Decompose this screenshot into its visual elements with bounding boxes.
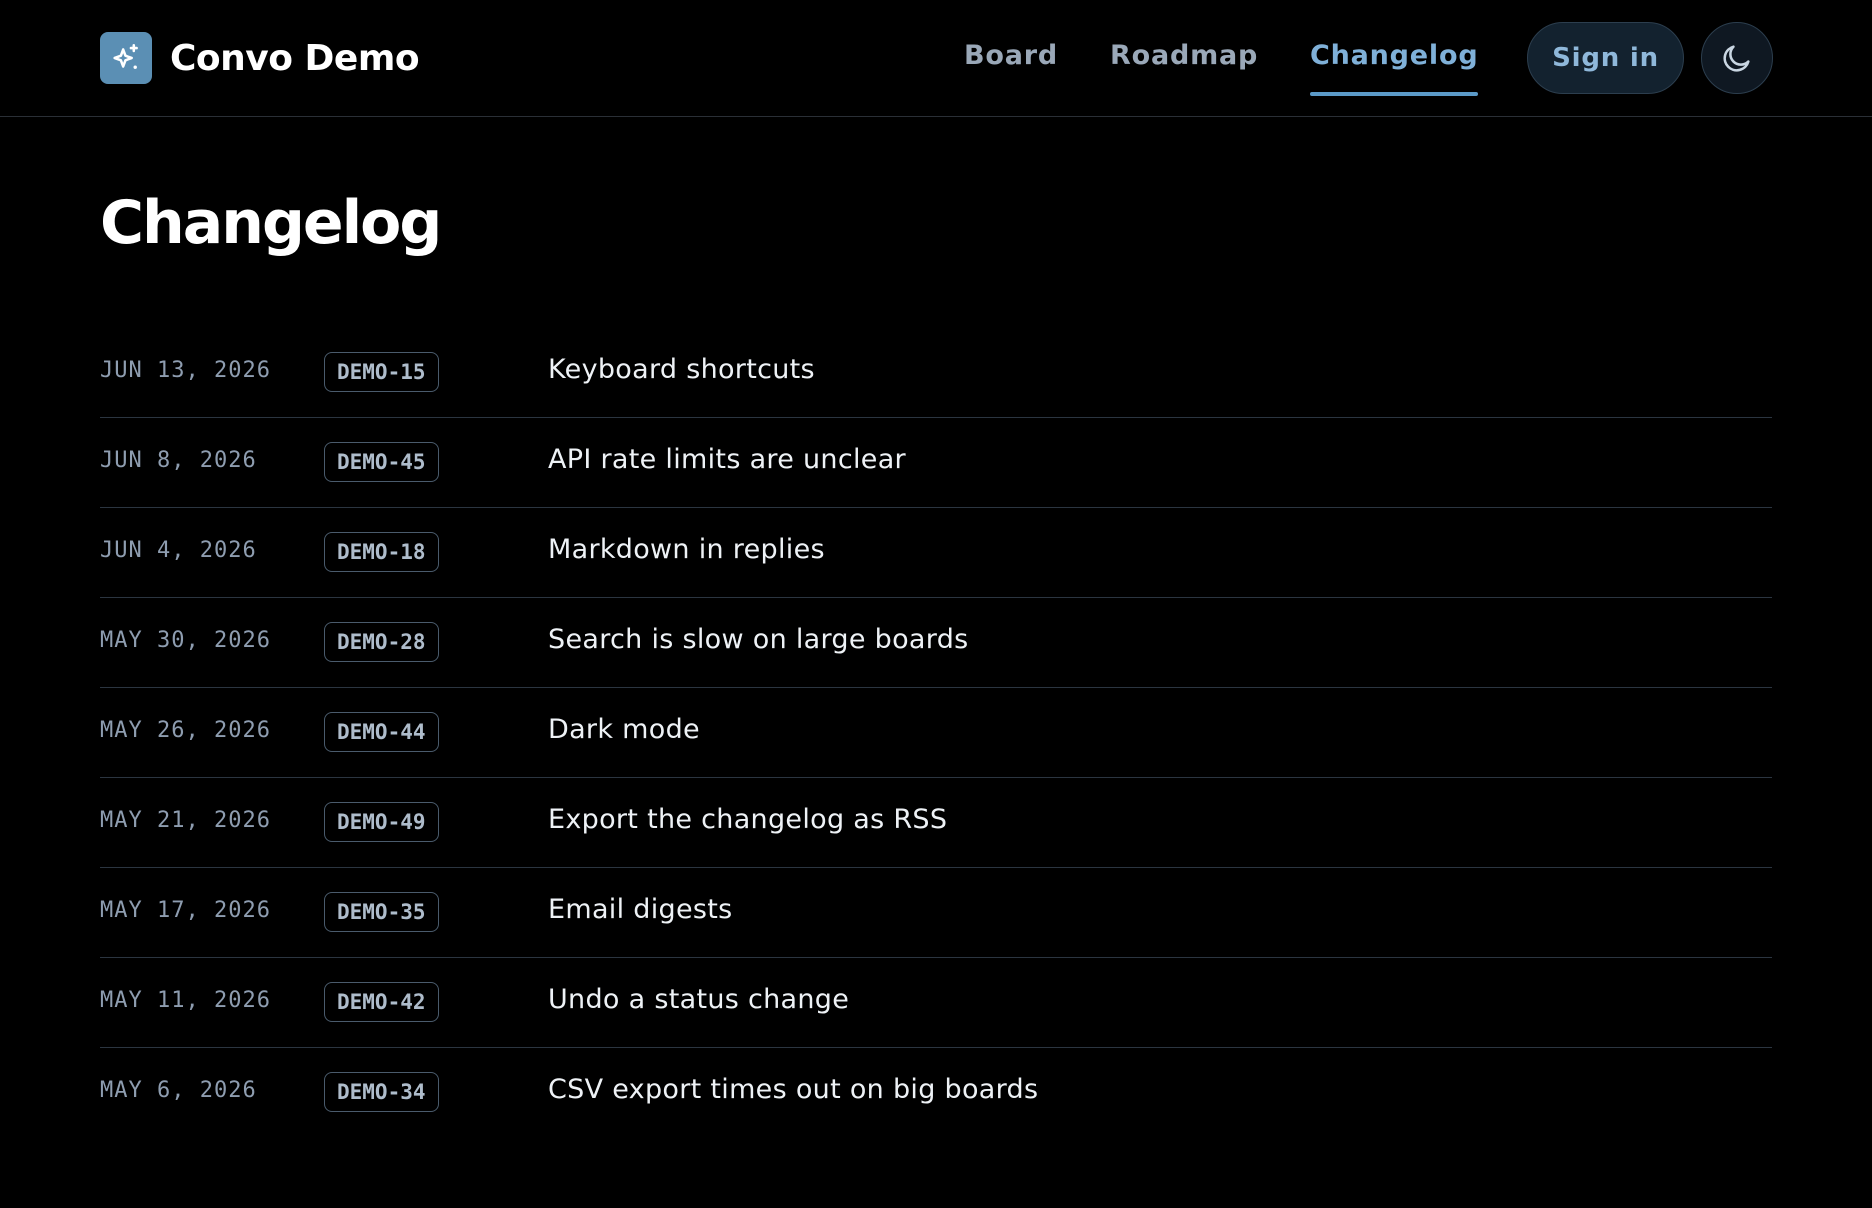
- changelog-entry[interactable]: JUN 4, 2026 DEMO-18 Markdown in replies: [100, 508, 1772, 598]
- entry-title: Export the changelog as RSS: [548, 804, 948, 835]
- nav-link-changelog[interactable]: Changelog: [1310, 40, 1479, 96]
- entry-date: JUN 4, 2026: [100, 538, 257, 563]
- entry-id-badge: DEMO-18: [324, 532, 439, 572]
- entry-title: Email digests: [548, 894, 733, 925]
- entry-date: JUN 13, 2026: [100, 358, 271, 383]
- entry-id-badge: DEMO-34: [324, 1072, 439, 1112]
- theme-toggle-button[interactable]: [1701, 22, 1773, 94]
- changelog-entry[interactable]: JUN 8, 2026 DEMO-45 API rate limits are …: [100, 418, 1772, 508]
- changelog-entry[interactable]: MAY 21, 2026 DEMO-49 Export the changelo…: [100, 778, 1772, 868]
- entry-id-badge: DEMO-15: [324, 352, 439, 392]
- active-nav-indicator: [1310, 92, 1479, 96]
- changelog-entry[interactable]: MAY 26, 2026 DEMO-44 Dark mode: [100, 688, 1772, 778]
- nav-link-changelog-label: Changelog: [1310, 40, 1479, 71]
- entry-title: Search is slow on large boards: [548, 624, 969, 655]
- entry-date: MAY 6, 2026: [100, 1078, 257, 1103]
- entry-date: MAY 11, 2026: [100, 988, 271, 1013]
- entry-title: Keyboard shortcuts: [548, 354, 815, 385]
- entry-title: Undo a status change: [548, 984, 850, 1015]
- nav-link-board[interactable]: Board: [964, 40, 1058, 71]
- changelog-entry[interactable]: MAY 11, 2026 DEMO-42 Undo a status chang…: [100, 958, 1772, 1048]
- entry-date: MAY 21, 2026: [100, 808, 271, 833]
- entry-id-badge: DEMO-42: [324, 982, 439, 1022]
- site-header: Convo Demo Board Roadmap Changelog Sign …: [0, 0, 1872, 117]
- changelog-entry[interactable]: MAY 6, 2026 DEMO-34 CSV export times out…: [100, 1048, 1772, 1138]
- moon-icon: [1720, 41, 1754, 75]
- changelog-list: JUN 13, 2026 DEMO-15 Keyboard shortcuts …: [100, 328, 1772, 1138]
- entry-id-badge: DEMO-44: [324, 712, 439, 752]
- entry-title: Markdown in replies: [548, 534, 825, 565]
- entry-id-badge: DEMO-35: [324, 892, 439, 932]
- entry-title: CSV export times out on big boards: [548, 1074, 1039, 1105]
- changelog-entry[interactable]: MAY 17, 2026 DEMO-35 Email digests: [100, 868, 1772, 958]
- entry-id-badge: DEMO-28: [324, 622, 439, 662]
- entry-id-badge: DEMO-45: [324, 442, 439, 482]
- sign-in-button[interactable]: Sign in: [1527, 22, 1684, 94]
- changelog-entry[interactable]: MAY 30, 2026 DEMO-28 Search is slow on l…: [100, 598, 1772, 688]
- changelog-entry[interactable]: JUN 13, 2026 DEMO-15 Keyboard shortcuts: [100, 328, 1772, 418]
- entry-date: JUN 8, 2026: [100, 448, 257, 473]
- entry-date: MAY 17, 2026: [100, 898, 271, 923]
- page-title: Changelog: [100, 188, 442, 258]
- entry-id-badge: DEMO-49: [324, 802, 439, 842]
- nav-link-roadmap[interactable]: Roadmap: [1110, 40, 1258, 71]
- entry-title: API rate limits are unclear: [548, 444, 906, 475]
- entry-date: MAY 30, 2026: [100, 628, 271, 653]
- entry-title: Dark mode: [548, 714, 700, 745]
- entry-date: MAY 26, 2026: [100, 718, 271, 743]
